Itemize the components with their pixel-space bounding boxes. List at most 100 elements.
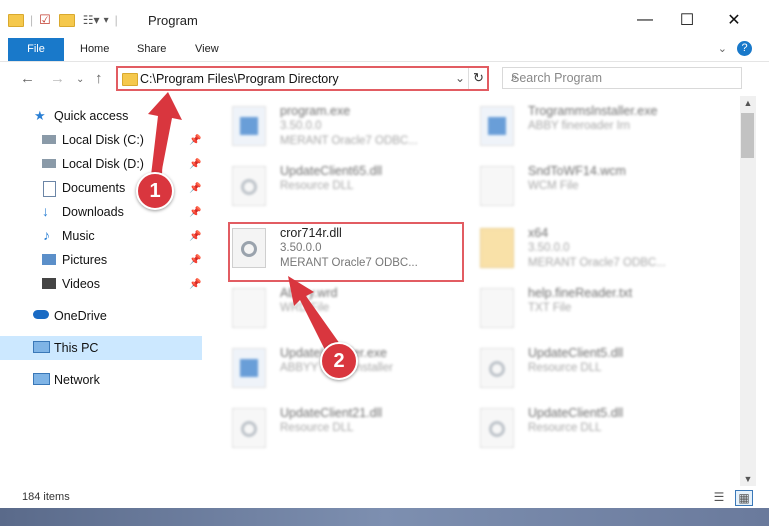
file-name: help.fineReader.txt [528, 286, 633, 300]
file-type: TXT File [528, 302, 572, 314]
scroll-up-icon[interactable]: ▲ [740, 98, 756, 108]
toolbar-separator: | [30, 13, 34, 27]
dll-file-icon [232, 166, 266, 206]
file-name: Abbyy.wrd [280, 286, 338, 300]
sidebar-item-network[interactable]: Network [0, 368, 202, 392]
sidebar-item-quick-access[interactable]: ★ Quick access [0, 104, 202, 128]
sidebar-item-music[interactable]: ♪ Music 📌 [0, 224, 202, 248]
title-bar: | ☑ ☷▾ ▾ | Program — ☐ ✕ [0, 0, 769, 38]
address-bar[interactable]: C:\Program Files\Program Directory ⌄ ↻ [116, 66, 489, 91]
ribbon: File Home Share View ⌄ ? [0, 38, 769, 62]
documents-icon [43, 181, 56, 197]
maximize-button[interactable]: ☐ [672, 8, 702, 32]
details-view-icon[interactable]: ☰ [711, 490, 727, 504]
scroll-down-icon[interactable]: ▼ [740, 474, 756, 484]
pin-icon[interactable]: 📌 [189, 183, 201, 194]
file-description: MERANT Oracle7 ODBC... [528, 257, 666, 269]
file-item[interactable]: UpdateClient5.dll Resource DLL [480, 344, 720, 404]
drive-icon [42, 135, 56, 144]
tab-view[interactable]: View [183, 38, 231, 61]
file-type: Resource DLL [528, 422, 602, 434]
scroll-thumb[interactable] [741, 113, 754, 158]
recent-locations-icon[interactable]: ⌄ [76, 74, 84, 85]
file-icon [480, 166, 514, 206]
sidebar-item-local-disk-d[interactable]: Local Disk (D:) 📌 [0, 152, 202, 176]
toolbar-separator: | [114, 13, 118, 27]
new-folder-icon[interactable] [58, 13, 75, 27]
file-item[interactable]: Trogrammslnstaller.exe ABBY fineroader I… [480, 102, 720, 162]
vertical-scrollbar[interactable]: ▲ ▼ [740, 96, 756, 486]
file-item[interactable]: UpdateClient65.dll Resource DLL [232, 162, 472, 222]
tab-share[interactable]: Share [125, 38, 178, 61]
file-version: 3.50.0.0 [280, 120, 322, 132]
highlight-box [228, 222, 464, 282]
up-arrow-icon[interactable]: ↑ [95, 70, 103, 87]
pin-icon[interactable]: 📌 [189, 255, 201, 266]
download-icon: ↓ [42, 203, 49, 219]
search-input[interactable]: Search Program ⌕ [502, 67, 742, 89]
status-bar: 184 items [0, 486, 769, 508]
close-button[interactable]: ✕ [719, 8, 749, 32]
file-type: WRD File [280, 302, 330, 314]
address-path[interactable]: C:\Program Files\Program Directory [140, 72, 339, 86]
sidebar-item-videos[interactable]: Videos 📌 [0, 272, 202, 296]
tab-home[interactable]: Home [68, 38, 121, 61]
large-icons-view-icon[interactable]: ▦ [735, 490, 753, 506]
file-item[interactable]: help.fineReader.txt TXT File [480, 284, 720, 344]
ribbon-expand-icon[interactable]: ⌄ [718, 42, 727, 55]
file-type: Resource DLL [280, 180, 354, 192]
file-list: program.exe 3.50.0.0 MERANT Oracle7 ODBC… [210, 96, 740, 486]
file-item[interactable]: SndToWF14.wcm WCM File [480, 162, 720, 222]
sidebar-item-downloads[interactable]: ↓ Downloads 📌 [0, 200, 202, 224]
refresh-icon[interactable]: ↻ [473, 70, 484, 86]
folder-icon [122, 73, 138, 86]
file-type: Resource DLL [528, 362, 602, 374]
file-name: SndToWF14.wcm [528, 164, 626, 178]
folder-icon [480, 228, 514, 268]
dll-file-icon [480, 408, 514, 448]
pictures-icon [42, 254, 56, 265]
file-icon [232, 288, 266, 328]
file-item[interactable]: Abbyy.wrd WRD File [232, 284, 472, 344]
exe-file-icon [480, 106, 514, 146]
file-name: UpdateClient21.dll [280, 406, 383, 420]
computer-icon [33, 341, 50, 353]
pin-icon[interactable]: 📌 [189, 135, 201, 146]
file-name: program.exe [280, 104, 351, 118]
network-icon [33, 373, 50, 385]
help-icon[interactable]: ? [737, 41, 752, 56]
pin-icon[interactable]: 📌 [189, 231, 201, 242]
sidebar-item-this-pc[interactable]: This PC [0, 336, 202, 360]
pin-icon[interactable]: 📌 [189, 279, 201, 290]
dll-file-icon [480, 348, 514, 388]
folder-icon[interactable] [8, 13, 24, 27]
step-2-badge: 2 [320, 342, 358, 380]
customize-toolbar-icon[interactable]: ☷▾ [83, 13, 100, 27]
forward-arrow-icon[interactable]: → [50, 70, 65, 87]
file-item[interactable]: program.exe 3.50.0.0 MERANT Oracle7 ODBC… [232, 102, 472, 162]
exe-file-icon [232, 348, 266, 388]
pin-icon[interactable]: 📌 [189, 159, 201, 170]
tab-file[interactable]: File [8, 38, 64, 61]
sidebar-item-onedrive[interactable]: OneDrive [0, 304, 202, 328]
toolbar-dropdown-icon[interactable]: ▾ [104, 15, 109, 26]
file-name: x64 [528, 226, 549, 240]
window-title: Program [148, 13, 198, 28]
folder-item[interactable]: x64 3.50.0.0 MERANT Oracle7 ODBC... [480, 224, 720, 284]
pin-icon[interactable]: 📌 [189, 207, 201, 218]
file-type: WCM File [528, 180, 579, 192]
file-item[interactable]: UpdateClient21.dll Resource DLL [232, 404, 472, 464]
sidebar-item-local-disk-c[interactable]: Local Disk (C:) 📌 [0, 128, 202, 152]
back-arrow-icon[interactable]: ← [20, 70, 35, 87]
file-name: UpdateClient5.dll [528, 406, 624, 420]
file-item[interactable]: UpdateClient5.dll Resource DLL [480, 404, 720, 464]
step-1-badge: 1 [136, 172, 174, 210]
minimize-button[interactable]: — [630, 8, 660, 32]
address-dropdown-icon[interactable]: ⌄ [455, 71, 465, 85]
sidebar-item-pictures[interactable]: Pictures 📌 [0, 248, 202, 272]
desktop-background-strip [0, 508, 769, 526]
navigation-pane: ★ Quick access Local Disk (C:) 📌 Local D… [0, 96, 210, 486]
properties-icon[interactable]: ☑ [39, 12, 51, 28]
file-type: Resource DLL [280, 422, 354, 434]
search-icon[interactable]: ⌕ [511, 70, 735, 85]
